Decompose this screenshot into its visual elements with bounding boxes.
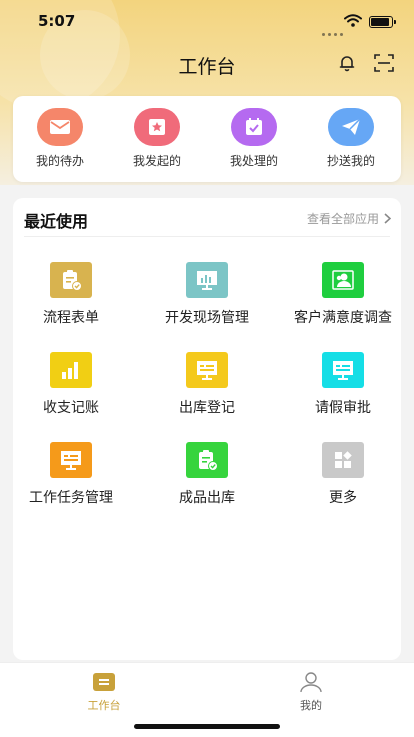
section-divider [24,236,390,237]
workbench-icon [44,671,164,693]
quick-actions: 我的待办 我发起的 我处理的 抄送我的 [13,96,401,182]
quick-cc-label: 抄送我的 [326,154,375,168]
app-customer-survey[interactable]: 客户满意度调查 [278,262,408,327]
tab-workbench-label: 工作台 [87,699,121,712]
signal-icon [322,21,346,40]
monitor-icon [322,352,364,388]
app-label: 客户满意度调查 [294,310,392,326]
tab-workbench[interactable]: 工作台 [44,671,164,713]
quick-handled-label: 我处理的 [229,154,278,168]
wifi-icon [344,14,362,27]
app-task-management[interactable]: 工作任务管理 [6,442,136,507]
board-chart-icon [186,262,228,298]
tab-mine-label: 我的 [300,699,322,712]
app-process-form[interactable]: 流程表单 [6,262,136,327]
star-card-icon [134,108,180,146]
app-label: 流程表单 [43,310,99,326]
monitor-icon [50,442,92,478]
user-icon [251,671,371,693]
app-outbound-register[interactable]: 出库登记 [142,352,272,417]
view-all-link[interactable]: 查看全部应用 [307,210,391,227]
bell-icon[interactable] [338,54,356,72]
quick-initiated-label: 我发起的 [132,154,181,168]
status-bar: 5:07 [0,10,414,36]
mail-icon [37,108,83,146]
section-title: 最近使用 [24,212,89,231]
app-label: 请假审批 [315,400,371,416]
app-more[interactable]: 更多 [278,442,408,507]
bar-chart-icon [50,352,92,388]
calendar-check-icon [231,108,277,146]
quick-initiated[interactable]: 我发起的 [110,108,204,169]
app-label: 工作任务管理 [29,490,113,506]
app-label: 出库登记 [179,400,235,416]
view-all-label: 查看全部应用 [306,212,379,226]
monitor-icon [186,352,228,388]
app-label: 更多 [329,490,357,506]
users-icon [322,262,364,298]
app-label: 开发现场管理 [165,310,249,326]
app-finished-goods-out[interactable]: 成品出库 [142,442,272,507]
home-indicator [134,724,280,729]
scan-icon[interactable] [374,54,394,72]
paper-plane-icon [328,108,374,146]
recent-apps-card: 最近使用 查看全部应用 流程表单 开发现场管理 客户满意度调查 收支记账 出库登… [13,198,401,660]
tab-mine[interactable]: 我的 [251,671,371,713]
app-leave-approval[interactable]: 请假审批 [278,352,408,417]
quick-todo[interactable]: 我的待办 [13,108,107,169]
quick-cc[interactable]: 抄送我的 [304,108,398,169]
clipboard-check-icon [186,442,228,478]
chevron-right-icon [384,213,391,224]
battery-icon [369,16,396,28]
app-label: 收支记账 [43,400,99,416]
app-dev-site[interactable]: 开发现场管理 [142,262,272,327]
clipboard-check-icon [50,262,92,298]
grid-icon [322,442,364,478]
app-accounting[interactable]: 收支记账 [6,352,136,417]
app-label: 成品出库 [179,490,235,506]
status-time: 5:07 [38,12,76,30]
quick-todo-label: 我的待办 [35,154,84,168]
quick-handled[interactable]: 我处理的 [207,108,301,169]
